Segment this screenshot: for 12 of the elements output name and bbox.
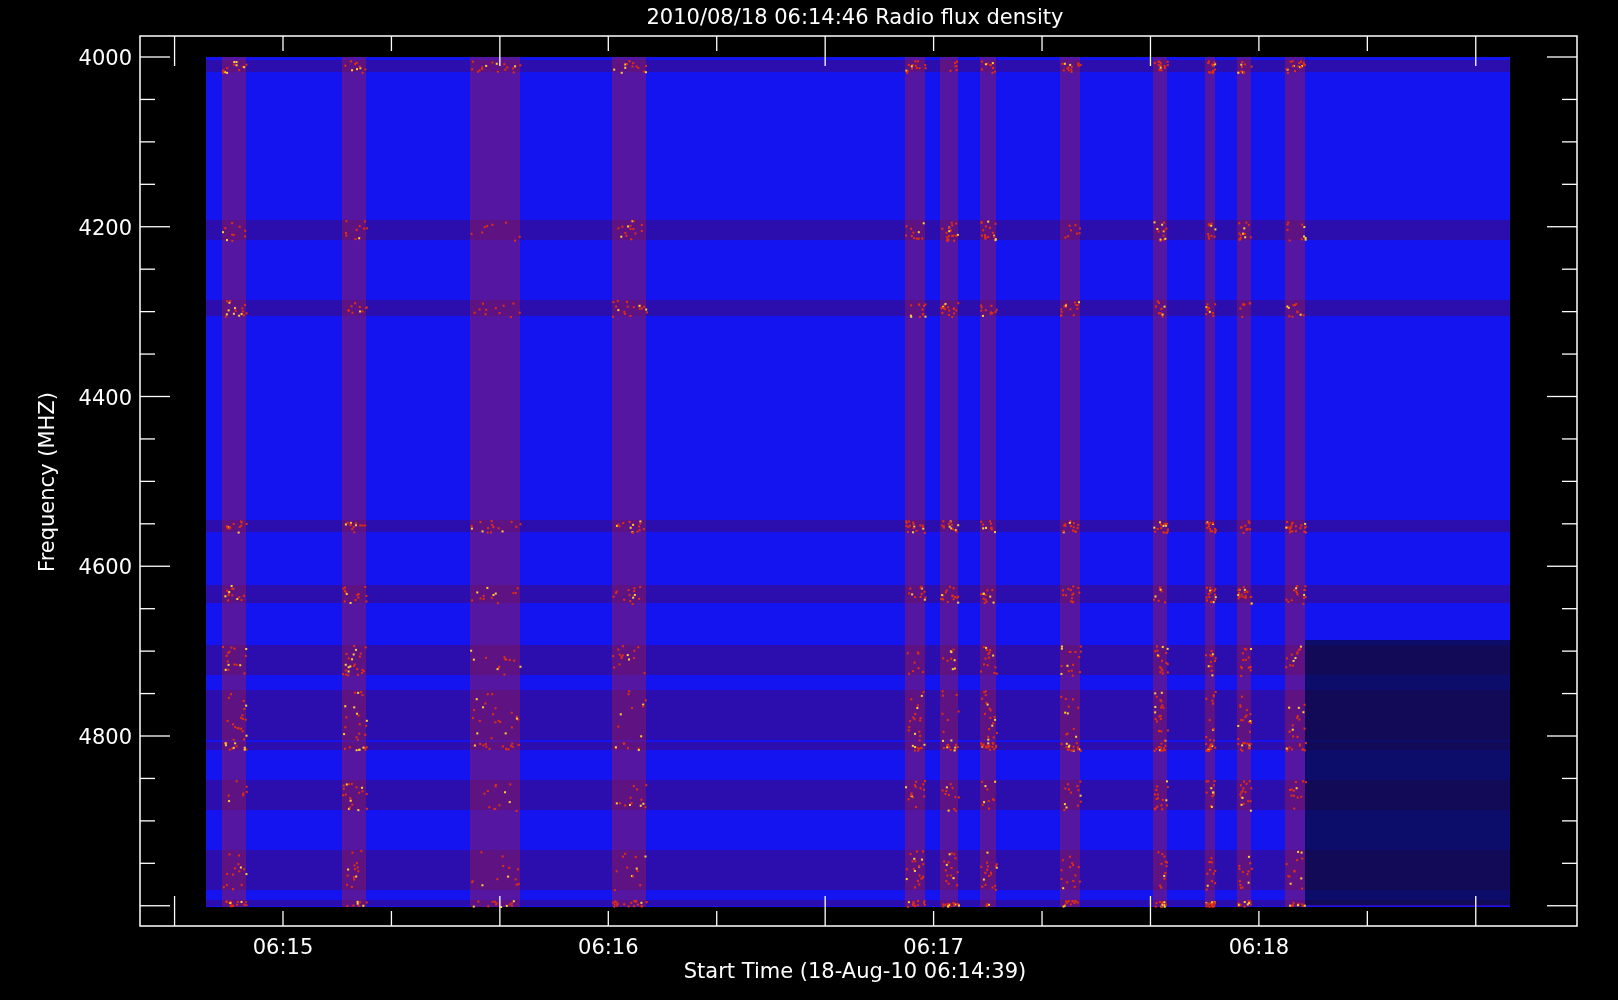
- x-tick-label: 06:15: [252, 935, 314, 959]
- y-tick-label: 4600: [78, 555, 132, 580]
- x-tick-label: 06:18: [1228, 935, 1290, 959]
- y-tick-label: 4200: [78, 215, 132, 240]
- y-tick-label: 4800: [78, 725, 132, 749]
- y-tick-label: 4000: [78, 46, 132, 70]
- y-axis-label: Frequency (MHZ): [35, 392, 59, 572]
- y-tick-label: 4400: [78, 385, 132, 410]
- x-tick-label: 06:17: [903, 935, 964, 959]
- chart-title: 2010/08/18 06:14:46 Radio flux density: [646, 5, 1064, 29]
- x-tick-label: 06:16: [578, 935, 639, 959]
- x-axis-label: Start Time (18-Aug-10 06:14:39): [683, 959, 1027, 983]
